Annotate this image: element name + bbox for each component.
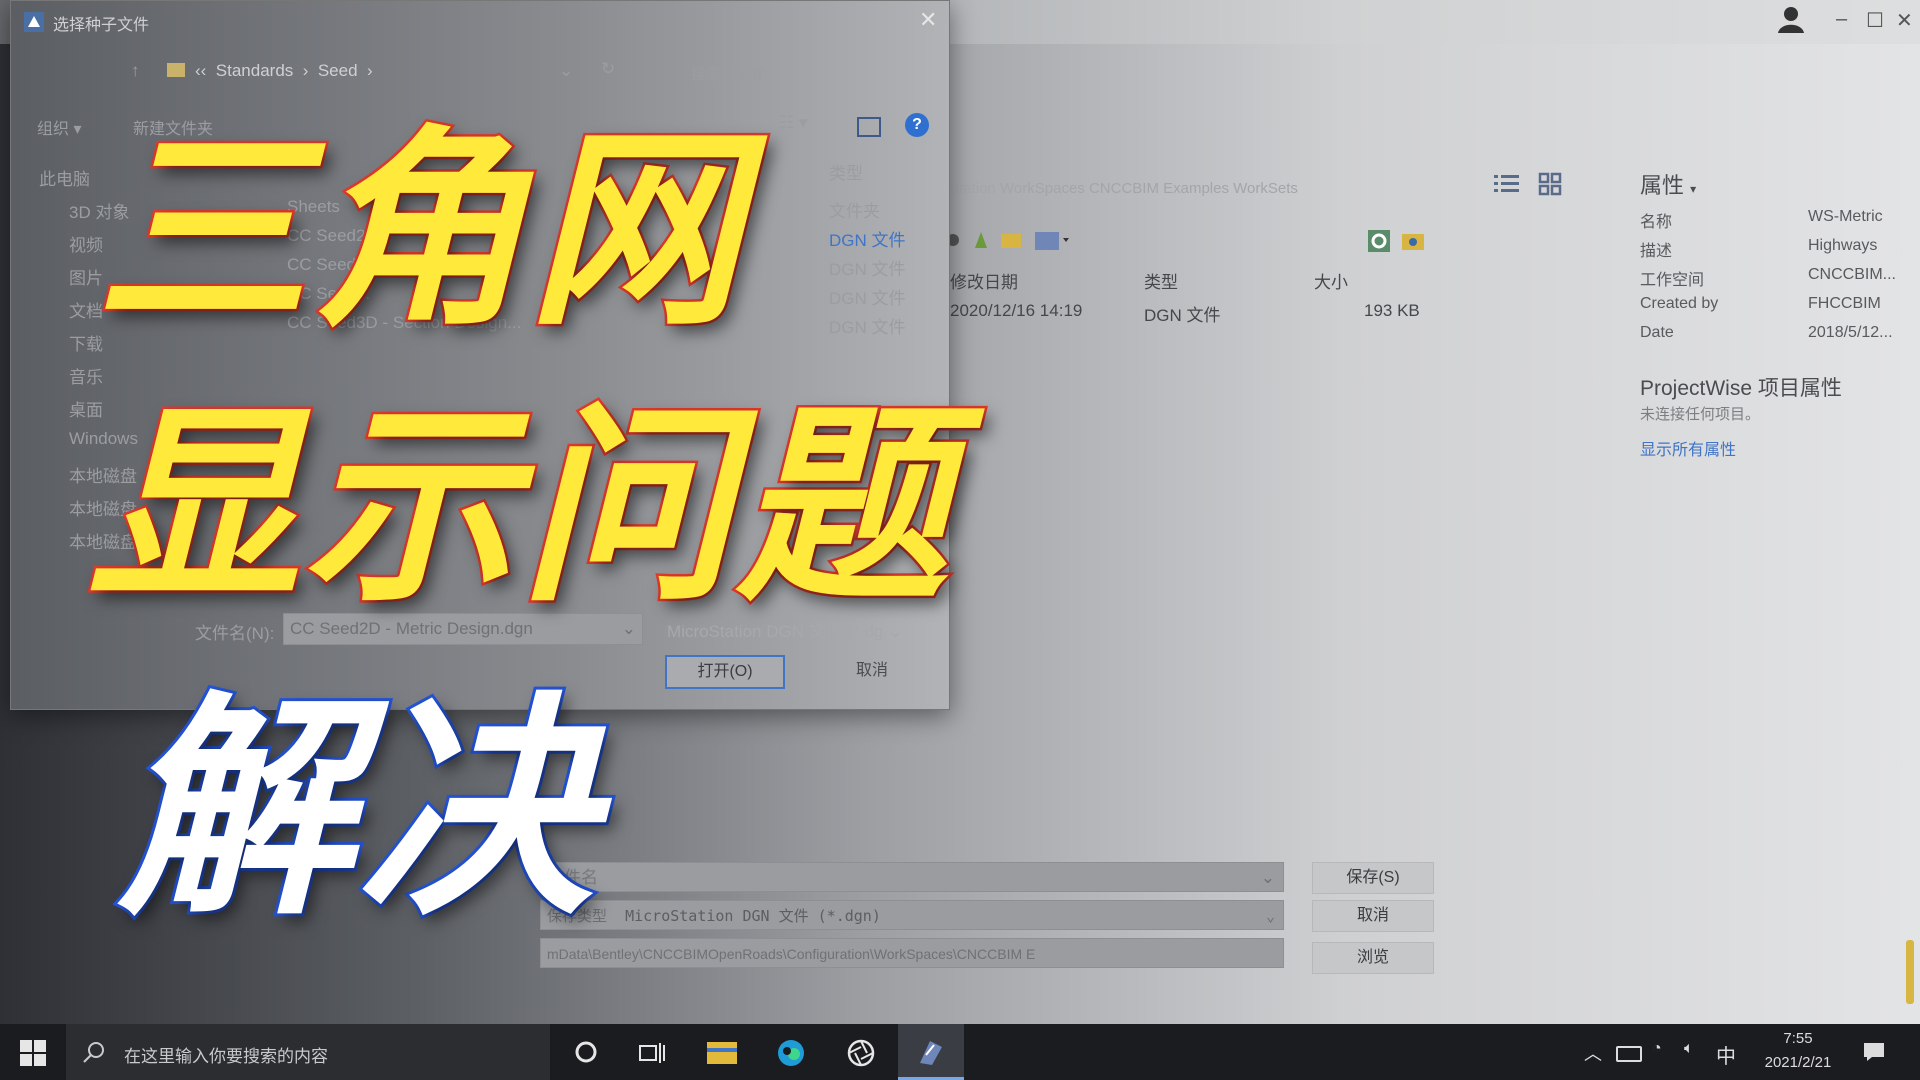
grid-view-icon[interactable] [1538, 172, 1562, 201]
property-value: Highways [1808, 237, 1878, 254]
overlay-title-line1: 三角网 [94, 107, 744, 354]
property-label: 名称 [1640, 214, 1673, 231]
tray-overflow-chevron-icon[interactable]: ︿ [1584, 1040, 1602, 1066]
save-filename-field[interactable]: 文件名 ⌄ [540, 862, 1284, 892]
save-path-field[interactable]: mData\Bentley\CNCCBIMOpenRoads\Configura… [540, 938, 1284, 968]
input-method-indicator[interactable]: 中 [1716, 1040, 1736, 1069]
breadcrumb-item[interactable]: Standards [216, 61, 294, 80]
browse-button[interactable]: 浏览 [1312, 942, 1434, 974]
file-type-cell[interactable]: DGN 文件 [1144, 301, 1221, 326]
minimize-button[interactable]: – [1836, 8, 1847, 31]
path-dropdown-icon[interactable]: ⌄ [559, 61, 573, 81]
refresh-dialog-icon[interactable]: ↻ [601, 59, 615, 79]
file-type-column: 文件夹 DGN 文件 DGN 文件 DGN 文件 DGN 文件 [829, 197, 939, 342]
file-size-cell[interactable]: 193 KB [1364, 301, 1420, 321]
view-options-icon[interactable]: ☷ ▾ [779, 113, 808, 133]
taskbar-active-app[interactable] [898, 1024, 964, 1080]
file-modified-cell[interactable]: 2020/12/16 14:19 [950, 301, 1082, 321]
projectwise-title: ProjectWise 项目属性 [1640, 377, 1842, 400]
overlay-title-line2: 显示问题 [86, 383, 952, 630]
property-value: FHCCBIM [1808, 295, 1881, 312]
scrollbar-thumb[interactable] [1906, 940, 1914, 1004]
volume-icon[interactable]: 🔈︎ [1684, 1040, 1694, 1058]
property-row: 工作空间 CNCCBIM... [1640, 266, 1910, 295]
organize-menu[interactable]: 组织 ▾ [37, 115, 81, 139]
maximize-button[interactable]: ☐ [1866, 8, 1884, 33]
taskbar-search-placeholder[interactable]: 在这里输入你要搜索的内容 [124, 1042, 328, 1067]
column-header-size[interactable]: 大小 [1314, 268, 1348, 293]
clock-date[interactable]: 2021/2/21 [1752, 1054, 1844, 1071]
edge-browser-icon[interactable] [776, 1038, 806, 1073]
preview-pane-icon[interactable] [857, 117, 881, 137]
help-icon[interactable]: ? [905, 113, 929, 137]
save-type-dropdown[interactable]: 保存类型 MicroStation DGN 文件 (*.dgn) ⌄ [540, 900, 1284, 930]
folder-icon [167, 63, 185, 77]
up-arrow-icon[interactable]: ↑ [131, 61, 140, 81]
wifi-icon[interactable]: ◔ [1652, 1040, 1662, 1058]
dialog-close-icon[interactable]: ✕ [919, 7, 937, 33]
file-type-cell: 文件夹 [829, 202, 880, 221]
dialog-app-icon [23, 11, 45, 38]
column-header-type[interactable]: 类型 [1144, 268, 1178, 293]
file-type-cell: DGN 文件 [829, 289, 906, 308]
property-row: 描述 Highways [1640, 237, 1910, 266]
breadcrumb-item[interactable]: Seed [318, 61, 358, 80]
property-label: 描述 [1640, 243, 1673, 260]
projectwise-status: 未连接任何项目。 [1640, 406, 1761, 423]
dialog-title: 选择种子文件 [53, 17, 150, 34]
property-value: 2018/5/12... [1808, 324, 1893, 341]
cancel-button[interactable]: 取消 [813, 655, 931, 687]
nav-toolbar-icons[interactable] [945, 226, 1075, 259]
breadcrumb[interactable]: ‹‹ Standards › Seed › [195, 61, 373, 81]
clock-time[interactable]: 7:55 [1760, 1030, 1836, 1047]
property-row: Date 2018/5/12... [1640, 324, 1910, 353]
start-windows-icon[interactable] [20, 1040, 46, 1071]
refresh-icon[interactable] [1366, 228, 1392, 259]
save-button[interactable]: 保存(S) [1312, 862, 1434, 894]
search-icon [82, 1040, 106, 1069]
new-folder-icon[interactable] [1400, 228, 1426, 259]
column-header-type-dialog[interactable]: 类型 [829, 159, 863, 184]
file-type-cell: DGN 文件 [829, 231, 906, 250]
open-button[interactable]: 打开(O) [665, 655, 785, 689]
notification-center-icon[interactable] [1862, 1040, 1886, 1069]
file-type-cell: DGN 文件 [829, 318, 906, 337]
property-row: Created by FHCCBIM [1640, 295, 1910, 324]
property-label: Created by [1640, 295, 1719, 312]
column-header-modified[interactable]: 修改日期 [950, 268, 1018, 293]
property-row: 名称 WS-Metric [1640, 208, 1910, 237]
file-explorer-icon[interactable] [706, 1038, 738, 1071]
list-view-icon[interactable] [1494, 172, 1520, 201]
properties-title: 属性 ▾ [1640, 173, 1697, 198]
overlay-title-line3: 解决 [115, 672, 599, 947]
user-icon[interactable] [1776, 4, 1806, 40]
property-label: 工作空间 [1640, 272, 1705, 289]
property-value: WS-Metric [1808, 208, 1883, 225]
path-bar[interactable]: uration WorkSpaces CNCCBIM Examples Work… [950, 180, 1440, 197]
dialog-search-input[interactable]: 搜索"Seed" [691, 63, 767, 84]
property-value: CNCCBIM... [1808, 266, 1896, 283]
battery-icon[interactable] [1616, 1046, 1642, 1062]
properties-list: 名称 WS-Metric 描述 Highways 工作空间 CNCCBIM...… [1640, 208, 1910, 353]
close-app-button[interactable]: ✕ [1896, 8, 1913, 33]
save-cancel-button[interactable]: 取消 [1312, 900, 1434, 932]
task-view-icon[interactable] [638, 1040, 666, 1071]
property-label: Date [1640, 324, 1674, 341]
file-type-cell: DGN 文件 [829, 260, 906, 279]
cortana-icon[interactable] [572, 1038, 600, 1071]
show-all-properties-link[interactable]: 显示所有属性 [1640, 436, 1736, 460]
aperture-app-icon[interactable] [846, 1038, 876, 1073]
